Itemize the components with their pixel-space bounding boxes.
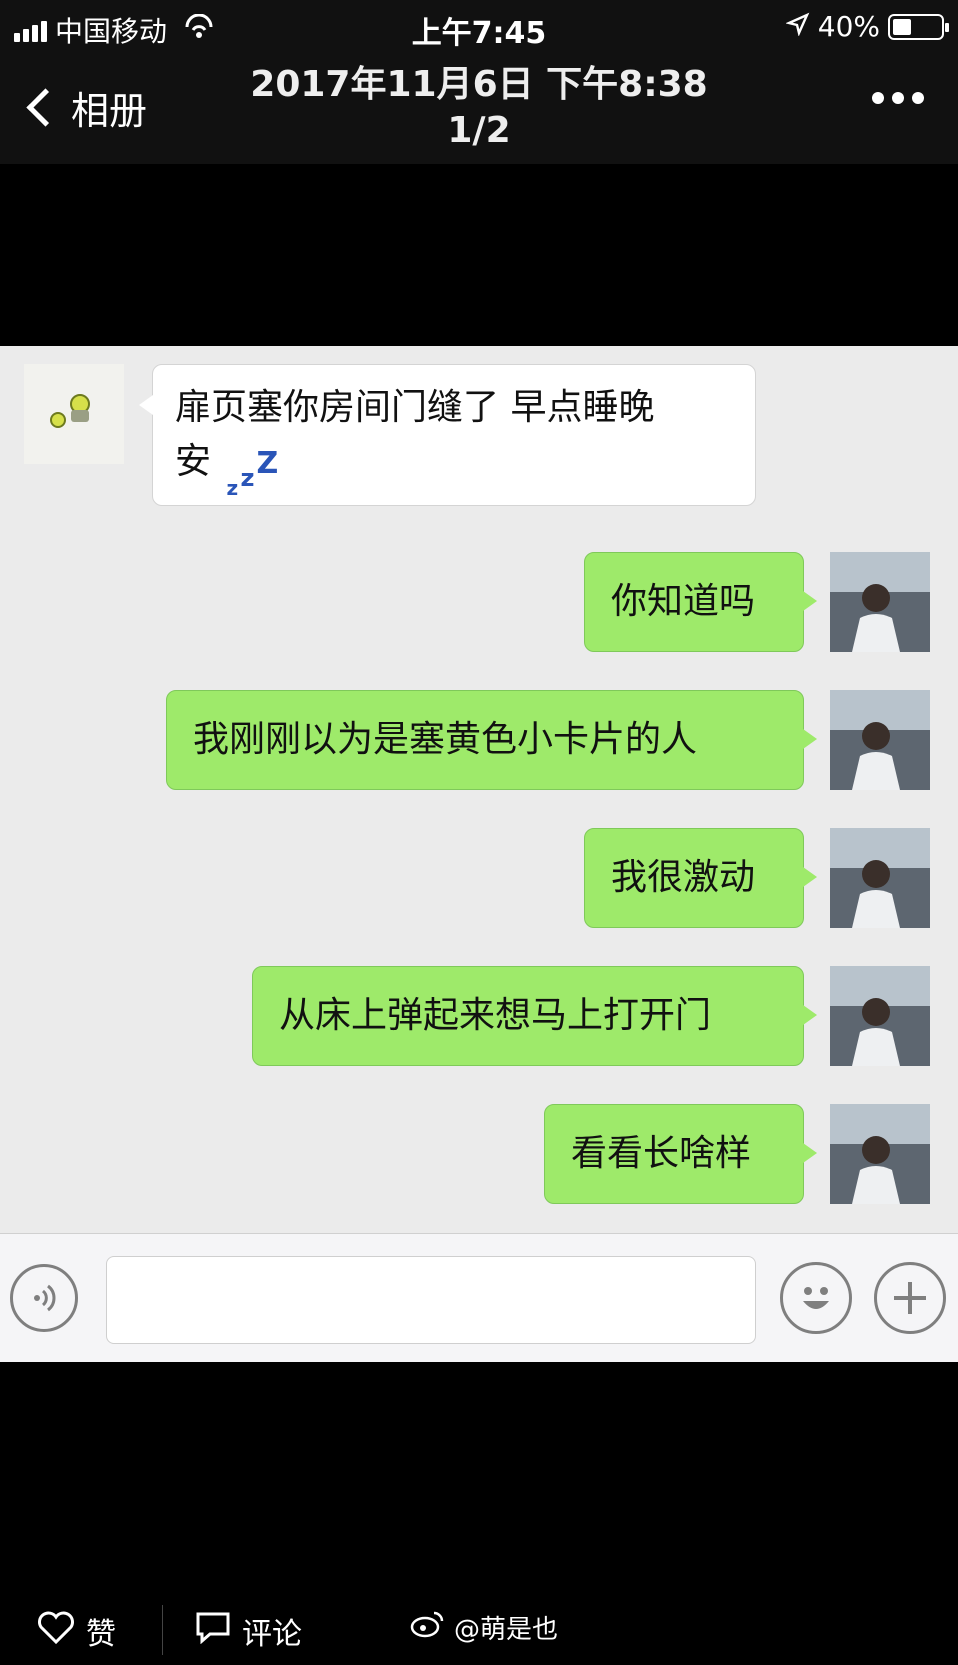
like-label: 赞 xyxy=(86,1617,116,1652)
sender-avatar[interactable] xyxy=(24,364,124,464)
message-text: 我刚刚以为是塞黄色小卡片的人 xyxy=(193,719,698,760)
more-icon[interactable] xyxy=(872,92,924,104)
message-bubble-out[interactable]: 我刚刚以为是塞黄色小卡片的人 xyxy=(166,690,817,790)
battery-percent: 40% xyxy=(817,10,880,43)
zzz-mid: z xyxy=(240,464,255,492)
message-bubble-out[interactable]: 你知道吗 xyxy=(584,552,817,652)
footer-divider xyxy=(162,1605,163,1655)
chat-area: 扉页塞你房间门缝了 早点睡晚 安 z z Z 你知道吗 我刚刚以为是塞黄色小卡片… xyxy=(0,346,958,1233)
message-text: 从床上弹起来想马上打开门 xyxy=(279,995,712,1036)
comment-label: 评论 xyxy=(242,1617,302,1652)
title-date: 2017年11月6日 下午8:38 xyxy=(250,64,708,105)
zzz-large: Z xyxy=(256,446,279,481)
heart-icon xyxy=(36,1609,76,1653)
plus-icon[interactable] xyxy=(874,1262,946,1334)
message-text: 安 z z Z xyxy=(175,435,733,500)
comment-button[interactable]: 评论 xyxy=(194,1609,302,1653)
sleep-zzz-icon: z z Z xyxy=(222,443,282,500)
status-right: 40% xyxy=(785,10,949,43)
battery-icon xyxy=(888,13,949,40)
message-text: 你知道吗 xyxy=(611,581,756,622)
my-avatar[interactable] xyxy=(830,1104,930,1204)
like-button[interactable]: 赞 xyxy=(36,1609,116,1653)
emoji-icon[interactable] xyxy=(780,1262,852,1334)
comment-icon xyxy=(194,1610,232,1652)
message-text: 看看长啥样 xyxy=(571,1133,752,1174)
bottom-bar: 赞 评论 @萌是也 xyxy=(0,1595,958,1665)
message-input[interactable] xyxy=(106,1256,756,1344)
voice-icon[interactable] xyxy=(10,1264,78,1332)
page-title: 2017年11月6日 下午8:38 1/2 xyxy=(0,62,958,154)
message-text-tail: 安 xyxy=(175,441,212,482)
input-bar xyxy=(0,1233,958,1362)
message-text: 扉页塞你房间门缝了 早点睡晚 xyxy=(175,387,655,428)
my-avatar[interactable] xyxy=(830,690,930,790)
weibo-icon xyxy=(410,1610,444,1645)
battery-nub xyxy=(945,22,949,32)
message-bubble-out[interactable]: 从床上弹起来想马上打开门 xyxy=(252,966,817,1066)
title-index: 1/2 xyxy=(447,110,511,151)
my-avatar[interactable] xyxy=(830,828,930,928)
message-bubble-out[interactable]: 我很激动 xyxy=(584,828,817,928)
zzz-small: z xyxy=(226,476,239,500)
my-avatar[interactable] xyxy=(830,552,930,652)
watermark: @萌是也 xyxy=(410,1609,558,1646)
message-bubble-out[interactable]: 看看长啥样 xyxy=(544,1104,817,1204)
message-bubble-in[interactable]: 扉页塞你房间门缝了 早点睡晚 安 z z Z xyxy=(139,364,756,506)
my-avatar[interactable] xyxy=(830,966,930,1066)
nav-bar: 相册 2017年11月6日 下午8:38 1/2 xyxy=(0,52,958,164)
status-bar: 中国移动 上午7:45 40% xyxy=(0,0,958,52)
battery-fill xyxy=(893,18,911,35)
watermark-text: @萌是也 xyxy=(454,1615,559,1645)
location-arrow-icon xyxy=(785,10,810,43)
message-text: 我很激动 xyxy=(611,857,756,898)
